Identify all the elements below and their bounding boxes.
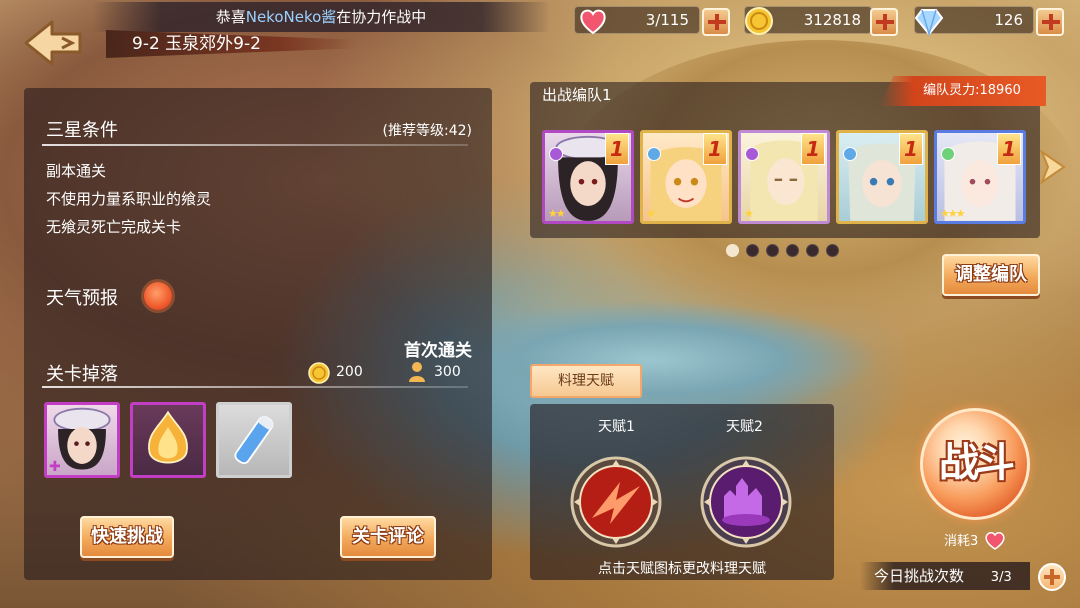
team-member-card[interactable]: 1 ★: [738, 130, 830, 224]
team-member-card[interactable]: 1: [836, 130, 928, 224]
quick-battle-button[interactable]: 快速挑战: [80, 516, 174, 558]
flame-bulb-icon: [148, 410, 188, 464]
class-badge-icon: [549, 147, 563, 161]
member-level: 1: [899, 133, 923, 165]
add-attempts-button[interactable]: [1038, 563, 1066, 591]
crystal-counter: 126: [914, 4, 1064, 36]
potion-vial-icon: [234, 415, 274, 465]
page-dot[interactable]: [766, 244, 779, 257]
stage-info-panel: 三星条件 (推荐等级:42) 副本通关 不使用力量系职业的飨灵 无飨灵死亡完成关…: [24, 88, 492, 580]
divider: [42, 386, 468, 388]
first-clear-label: 首次通关: [404, 341, 472, 361]
member-stars: ★★★: [940, 207, 966, 220]
three-star-title: 三星条件: [46, 120, 118, 141]
drop-gold-amount: 200: [336, 364, 363, 380]
member-level: 1: [997, 133, 1021, 165]
gold-counter: 312818: [744, 4, 898, 36]
member-stars: ★★: [548, 207, 566, 220]
marquee-player-name: NekoNeko酱: [245, 8, 337, 26]
team-member-card[interactable]: 1 ★: [640, 130, 732, 224]
condition-item: 不使用力量系职业的飨灵: [46, 190, 212, 208]
page-dot[interactable]: [806, 244, 819, 257]
drop-item-character[interactable]: ✚: [44, 402, 120, 478]
next-page-arrow-icon[interactable]: [1034, 150, 1070, 184]
marquee-suffix: 在协力作战中: [336, 8, 427, 26]
heart-icon: [580, 9, 606, 35]
gold-coin-icon: [308, 362, 330, 384]
add-gold-button[interactable]: [870, 8, 898, 36]
drops-label: 关卡掉落: [46, 364, 118, 385]
sun-icon: [144, 282, 172, 310]
divider: [42, 144, 468, 146]
stage-comments-button[interactable]: 关卡评论: [340, 516, 436, 558]
cooking-talent-tab[interactable]: 料理天赋: [530, 364, 642, 398]
back-arrow-icon: [24, 20, 82, 66]
drop-item-potion[interactable]: [216, 402, 292, 478]
battle-button[interactable]: 战斗: [920, 408, 1030, 520]
add-crystal-button[interactable]: [1036, 8, 1064, 36]
adjust-team-button[interactable]: 调整编队: [942, 254, 1040, 296]
talent-hint: 点击天赋图标更改料理天赋: [598, 561, 766, 577]
class-badge-icon: [647, 147, 661, 161]
add-stamina-button[interactable]: [702, 8, 730, 36]
stamina-cost: 消耗3: [944, 534, 979, 549]
page-dot[interactable]: [746, 244, 759, 257]
class-badge-icon: [843, 147, 857, 161]
weather-label: 天气预报: [46, 288, 118, 309]
team-member-card[interactable]: 1 ★★: [542, 130, 634, 224]
member-level: 1: [605, 133, 629, 165]
class-badge-icon: [745, 147, 759, 161]
marquee-prefix: 恭喜: [215, 8, 246, 26]
announcement-marquee: 恭喜NekoNeko酱在协力作战中: [92, 2, 550, 32]
team-member-card[interactable]: 1 ★★★: [934, 130, 1026, 224]
team-label: 出战编队1: [542, 86, 612, 104]
gold-coin-icon: [745, 7, 773, 35]
talent-1-label: 天赋1: [598, 419, 635, 435]
page-dot[interactable]: [726, 244, 739, 257]
member-stars: ★: [646, 207, 656, 220]
daily-attempts: 今日挑战次数 3/3: [860, 562, 1030, 590]
class-badge-icon: [941, 147, 955, 161]
daily-attempts-count: 3/3: [990, 570, 1012, 585]
drop-item-flame[interactable]: [130, 402, 206, 478]
member-level: 1: [801, 133, 825, 165]
exp-icon: [409, 362, 425, 382]
back-button[interactable]: [22, 18, 86, 68]
member-stars: ★: [744, 207, 754, 220]
daily-attempts-label: 今日挑战次数: [874, 567, 965, 585]
condition-item: 副本通关: [46, 162, 107, 180]
team-power: 编队灵力:18960: [880, 76, 1046, 106]
talent-2-dark-castle-icon[interactable]: [700, 456, 792, 548]
team-page-indicator: [726, 244, 839, 257]
drop-exp-amount: 300: [434, 364, 461, 380]
heart-icon: [985, 532, 1005, 550]
puzzle-piece-icon: ✚: [49, 459, 61, 475]
talent-1-fire-slash-icon[interactable]: [570, 456, 662, 548]
member-level: 1: [703, 133, 727, 165]
recommended-level: (推荐等级:42): [382, 123, 472, 139]
condition-item: 无飨灵死亡完成关卡: [46, 218, 182, 236]
stamina-counter: 3/115: [574, 4, 730, 36]
crystal-icon: [914, 9, 944, 36]
page-dot[interactable]: [826, 244, 839, 257]
page-dot[interactable]: [786, 244, 799, 257]
stage-title: 9-2 玉泉郊外9-2: [106, 30, 356, 58]
talent-2-label: 天赋2: [726, 419, 763, 435]
team-panel: 出战编队1 编队灵力:18960 1 ★★ 1 ★ 1 ★ 1 1 ★★★: [530, 76, 1046, 238]
